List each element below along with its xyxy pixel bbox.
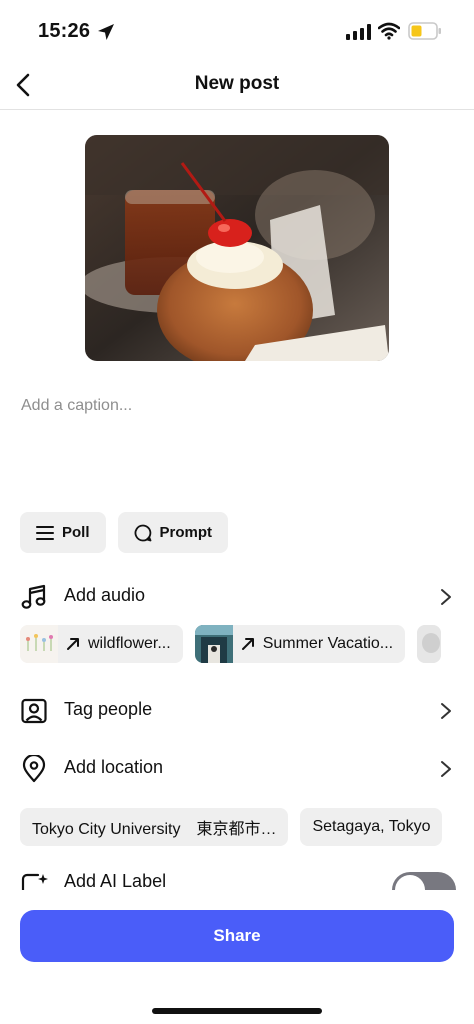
battery-low-icon — [408, 22, 441, 40]
prompt-label: Prompt — [159, 524, 213, 541]
audio-suggestion[interactable]: wildflower... — [20, 625, 183, 663]
home-indicator — [152, 1008, 322, 1014]
new-post-screen: 15:26 New post Add a caption... Poll Pro… — [0, 0, 474, 1024]
audio-suggestion[interactable]: Summer Vacatio... — [194, 625, 406, 663]
nav-header: New post — [0, 64, 474, 110]
wifi-icon — [378, 22, 400, 40]
add-audio-label: Add audio — [64, 585, 146, 605]
summer-vacation-thumbnail — [194, 625, 233, 663]
audio-suggestion-partial[interactable] — [417, 625, 442, 663]
ai-label-text: Add AI Label — [64, 871, 167, 891]
tag-people-row[interactable]: Tag people — [0, 690, 474, 730]
status-time: 15:26 — [38, 20, 91, 42]
add-audio-row[interactable]: Add audio — [0, 576, 474, 616]
trending-arrow-icon — [67, 638, 79, 650]
poll-label: Poll — [62, 524, 90, 541]
share-button[interactable]: Share — [20, 910, 454, 962]
status-bar: 15:26 — [0, 0, 474, 64]
chevron-right-icon — [441, 589, 451, 605]
audio-suggestion-label: wildflower... — [88, 635, 171, 652]
location-pin-icon — [22, 755, 46, 783]
speech-bubble-icon — [134, 524, 151, 541]
caption-input[interactable]: Add a caption... — [21, 397, 132, 415]
post-photo-thumbnail[interactable] — [85, 135, 389, 361]
chevron-right-icon — [441, 703, 451, 719]
tag-person-icon — [21, 698, 47, 724]
add-location-row[interactable]: Add location — [0, 748, 474, 788]
location-arrow-icon — [98, 24, 114, 40]
tag-people-label: Tag people — [64, 699, 153, 719]
post-options: Poll Prompt — [20, 512, 229, 553]
location-suggestion[interactable]: Setagaya, Tokyo — [300, 808, 443, 846]
music-note-icon — [21, 584, 46, 609]
audio-suggestions: wildflower... Summer Vacatio... — [20, 625, 442, 665]
page-title: New post — [194, 73, 280, 94]
location-suggestions: Tokyo City University 東京都市… Setagaya, To… — [20, 808, 443, 848]
location-suggestion-label: Setagaya, Tokyo — [312, 818, 431, 835]
chevron-right-icon — [441, 761, 451, 777]
list-icon — [36, 525, 54, 540]
trending-arrow-icon — [241, 638, 254, 650]
add-location-label: Add location — [64, 757, 164, 777]
location-suggestion[interactable]: Tokyo City University 東京都市… — [20, 808, 289, 846]
location-suggestion-label: Tokyo City University 東京都市… — [32, 821, 277, 838]
audio-suggestion-label: Summer Vacatio... — [262, 635, 394, 652]
cellular-signal-icon — [346, 24, 371, 40]
prompt-button[interactable]: Prompt — [117, 512, 229, 553]
poll-button[interactable]: Poll — [20, 512, 106, 553]
audio-thumbnail — [417, 625, 442, 663]
wildflower-thumbnail — [20, 625, 58, 663]
